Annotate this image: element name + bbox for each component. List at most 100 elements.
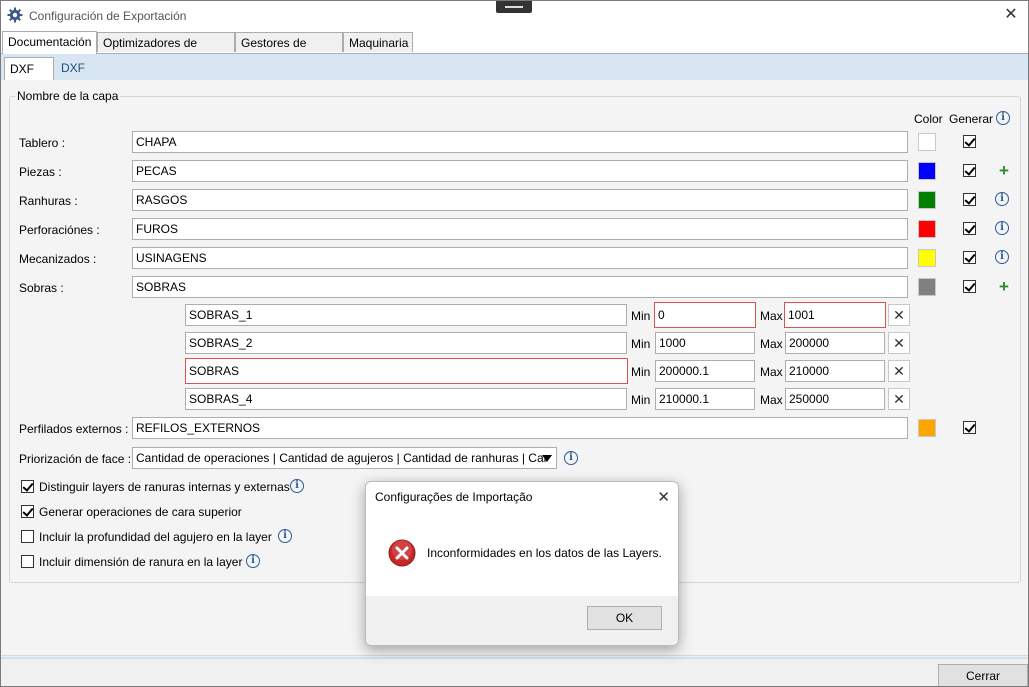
color-column-header: Color [914, 112, 943, 126]
generar-checkbox-mecanizados[interactable] [963, 251, 976, 264]
generar-checkbox-perfilados[interactable] [963, 421, 976, 434]
dropdown-arrow-icon [542, 455, 552, 462]
color-swatch-ranhuras[interactable] [918, 191, 936, 209]
option-label-distinguir: Distinguir layers de ranuras internas y … [39, 480, 290, 494]
max-label: Max [760, 309, 783, 323]
layer-input-mecanizados[interactable]: USINAGENS [132, 247, 908, 269]
max-label: Max [760, 393, 783, 407]
priorizacion-select[interactable]: Cantidad de operaciones | Cantidad de ag… [132, 447, 557, 469]
option-checkbox-generar-cara[interactable] [21, 505, 34, 518]
tab-dxf-3d[interactable]: DXF 3D [4, 57, 54, 98]
generar-checkbox-tablero[interactable] [963, 135, 976, 148]
layer-label-piezas: Piezas : [19, 165, 62, 179]
sobra-max-input[interactable]: 200000 [785, 332, 885, 354]
info-icon[interactable]: i [564, 451, 578, 465]
option-checkbox-distinguir[interactable] [21, 480, 34, 493]
option-label-dimension: Incluir dimensión de ranura en la layer [39, 555, 243, 569]
generar-checkbox-ranhuras[interactable] [963, 193, 976, 206]
option-checkbox-dimension[interactable] [21, 555, 34, 568]
min-label: Min [631, 337, 651, 351]
sobra-min-input[interactable]: 200000.1 [655, 360, 755, 382]
layer-input-sobras[interactable]: SOBRAS [132, 276, 908, 298]
generar-checkbox-sobras[interactable] [963, 280, 976, 293]
info-icon[interactable]: i [278, 529, 292, 543]
group-title: Nombre de la capa [15, 89, 121, 103]
layer-input-perfilados[interactable]: REFILOS_EXTERNOS [132, 417, 908, 439]
tab-dxf-2d[interactable]: DXF 2D [56, 57, 106, 97]
sobra-name-input[interactable]: SOBRAS_1 [185, 304, 627, 326]
error-icon [388, 539, 416, 567]
layer-input-tablero[interactable]: CHAPA [132, 131, 908, 153]
layer-input-ranhuras[interactable]: RASGOS [132, 189, 908, 211]
priorizacion-label: Priorización de face : [19, 452, 132, 466]
info-icon[interactable]: i [290, 479, 304, 493]
tab-maquinaria[interactable]: Maquinaria [343, 32, 413, 52]
layer-input-piezas[interactable]: PECAS [132, 160, 908, 182]
export-config-window: Configuración de Exportación ✕ Documenta… [0, 0, 1029, 687]
option-label-generar-cara: Generar operaciones de cara superior [39, 505, 242, 519]
info-icon[interactable]: i [246, 554, 260, 568]
error-dialog: Configurações de Importação ✕ Inconformi… [365, 481, 679, 646]
generar-checkbox-perforaciones[interactable] [963, 222, 976, 235]
remove-sobra-button[interactable]: ✕ [888, 304, 910, 326]
color-swatch-sobras[interactable] [918, 278, 936, 296]
color-swatch-piezas[interactable] [918, 162, 936, 180]
layer-label-ranhuras: Ranhuras : [19, 194, 78, 208]
layer-label-mecanizados: Mecanizados : [19, 252, 97, 266]
generar-checkbox-piezas[interactable] [963, 164, 976, 177]
sobra-max-input[interactable]: 210000 [785, 360, 885, 382]
sobra-min-input[interactable]: 1000 [655, 332, 755, 354]
info-icon[interactable]: i [995, 192, 1009, 206]
bottom-separator [1, 657, 1028, 659]
sobra-name-input[interactable]: SOBRAS_4 [185, 388, 627, 410]
option-label-profundidad: Incluir la profundidad del agujero en la… [39, 530, 272, 544]
color-swatch-perfilados[interactable] [918, 419, 936, 437]
layer-label-sobras: Sobras : [19, 281, 64, 295]
max-label: Max [760, 365, 783, 379]
gear-icon [7, 7, 23, 23]
drag-handle[interactable] [496, 1, 532, 13]
window-close-button[interactable]: ✕ [1002, 6, 1020, 24]
layer-label-perforaciones: Perforaciónes : [19, 223, 100, 237]
bottom-bar: Cerrar [1, 655, 1028, 686]
add-sobra-icon[interactable]: + [997, 278, 1011, 295]
window-title: Configuración de Exportación [29, 9, 187, 23]
dialog-close-button[interactable]: ✕ [657, 488, 670, 506]
remove-sobra-button[interactable]: ✕ [888, 360, 910, 382]
sobra-min-input[interactable]: 0 [654, 302, 756, 328]
dialog-message: Inconformidades en los datos de las Laye… [427, 546, 662, 560]
remove-sobra-button[interactable]: ✕ [888, 332, 910, 354]
sobra-name-input[interactable]: SOBRAS [185, 358, 628, 384]
tab-optimizadores[interactable]: Optimizadores de Corte [97, 32, 235, 70]
tab-documentacion[interactable]: Documentación [2, 31, 97, 54]
info-icon[interactable]: i [995, 250, 1009, 264]
sobra-min-input[interactable]: 210000.1 [655, 388, 755, 410]
color-swatch-perforaciones[interactable] [918, 220, 936, 238]
remove-sobra-button[interactable]: ✕ [888, 388, 910, 410]
info-icon[interactable]: i [996, 111, 1010, 125]
min-label: Min [631, 365, 651, 379]
add-icon[interactable]: + [997, 162, 1011, 179]
option-checkbox-profundidad[interactable] [21, 530, 34, 543]
layer-input-perforaciones[interactable]: FUROS [132, 218, 908, 240]
min-label: Min [631, 393, 651, 407]
dialog-footer: OK [366, 596, 678, 645]
sobra-name-input[interactable]: SOBRAS_2 [185, 332, 627, 354]
color-swatch-mecanizados[interactable] [918, 249, 936, 267]
max-label: Max [760, 337, 783, 351]
priorizacion-value: Cantidad de operaciones | Cantidad de ag… [136, 451, 548, 465]
cerrar-button[interactable]: Cerrar [938, 664, 1028, 686]
sobra-max-input[interactable]: 1001 [784, 302, 886, 328]
dialog-title: Configurações de Importação [375, 490, 533, 504]
color-swatch-tablero[interactable] [918, 133, 936, 151]
info-icon[interactable]: i [995, 221, 1009, 235]
min-label: Min [631, 309, 651, 323]
layer-label-perfilados: Perfilados externos : [19, 422, 129, 436]
sub-tabs: DXF 3D DXF 2D [1, 54, 1028, 98]
tab-gestores[interactable]: Gestores de Corte [235, 32, 343, 70]
ok-button[interactable]: OK [587, 606, 662, 630]
main-tabs: Documentación Optimizadores de Corte Ges… [1, 31, 1028, 70]
sobra-max-input[interactable]: 250000 [785, 388, 885, 410]
generar-column-header: Generar [949, 112, 994, 126]
layer-label-tablero: Tablero : [19, 136, 66, 150]
